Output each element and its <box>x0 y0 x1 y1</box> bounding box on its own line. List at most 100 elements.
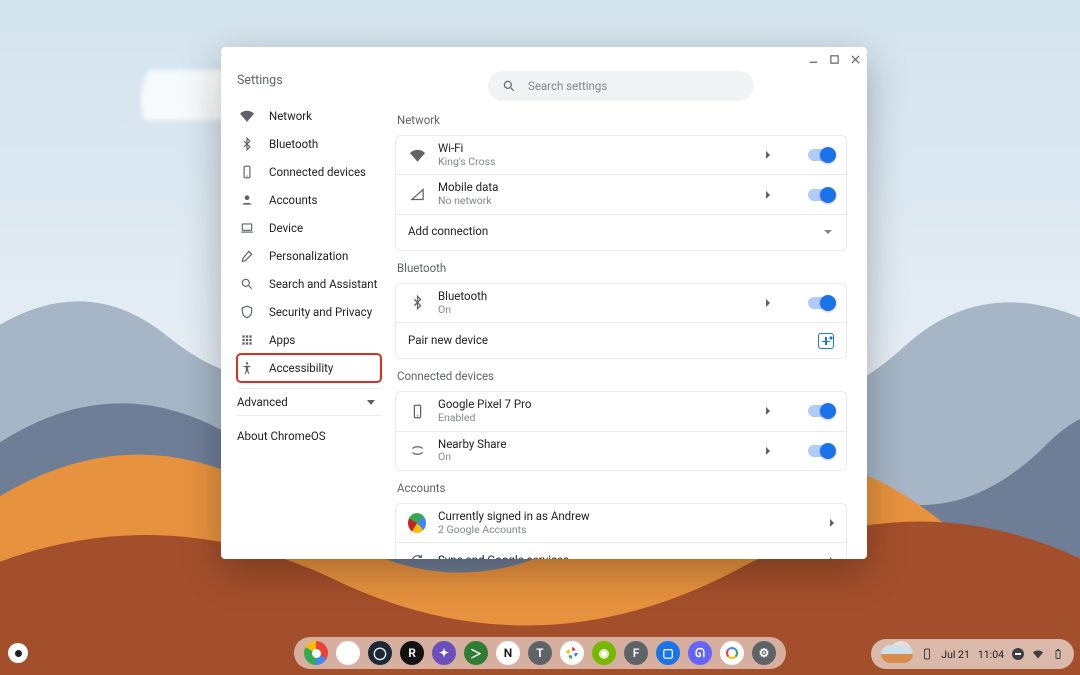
search-icon <box>239 276 255 292</box>
sidebar-advanced-toggle[interactable]: Advanced <box>237 388 381 416</box>
bluetooth-card: Bluetooth On Pair new device <box>395 283 847 359</box>
battery-tray-icon <box>1052 648 1064 660</box>
settings-main-panel: Network Wi-Fi King's Cross Mobile data <box>389 71 867 559</box>
app-icon-nvidia[interactable]: ◉ <box>592 641 616 665</box>
sidebar-item-connected-devices[interactable]: Connected devices <box>237 158 381 186</box>
app-icon-ring[interactable] <box>720 641 744 665</box>
sidebar-item-bluetooth[interactable]: Bluetooth <box>237 130 381 158</box>
phone-hub-toggle[interactable] <box>808 405 834 417</box>
sidebar-item-label: Personalization <box>269 249 348 263</box>
sidebar-item-security-privacy[interactable]: Security and Privacy <box>237 298 381 326</box>
row-title: Sync and Google services <box>438 554 818 559</box>
app-icon-settings[interactable]: ⚙ <box>752 641 776 665</box>
search-icon <box>502 79 516 93</box>
network-card: Wi-Fi King's Cross Mobile data No networ… <box>395 135 847 251</box>
sidebar-item-network[interactable]: Network <box>237 102 381 130</box>
tray-date: Jul 21 <box>941 648 970 661</box>
chevron-right-icon <box>766 299 770 307</box>
wallpaper-preview-icon <box>881 645 913 663</box>
sidebar-item-device[interactable]: Device <box>237 214 381 242</box>
bluetooth-toggle[interactable] <box>808 297 834 309</box>
window-close-button[interactable] <box>850 54 861 65</box>
sidebar-item-label: Accounts <box>269 193 318 207</box>
sync-row[interactable]: Sync and Google services <box>396 542 846 559</box>
sync-icon <box>408 553 426 559</box>
sidebar-item-label: Search and Assistant <box>269 277 377 291</box>
page-title: Settings <box>237 71 381 102</box>
app-icon-r[interactable]: R <box>400 641 424 665</box>
row-title: Add connection <box>408 225 812 239</box>
wifi-row[interactable]: Wi-Fi King's Cross <box>396 136 846 174</box>
settings-window: Settings Network Bluetooth Connected dev… <box>221 47 867 559</box>
shield-icon <box>239 304 255 320</box>
mobile-data-toggle[interactable] <box>808 189 834 201</box>
sidebar-item-accessibility[interactable]: Accessibility <box>237 354 381 382</box>
row-subtitle: Enabled <box>438 412 754 425</box>
search-input[interactable] <box>528 79 740 93</box>
app-icon-play[interactable]: ▶ <box>336 641 360 665</box>
sidebar-item-label: Network <box>269 109 312 123</box>
nearby-share-toggle[interactable] <box>808 445 834 457</box>
app-icon-mastodon[interactable]: ᘏ <box>688 641 712 665</box>
sidebar-item-accounts[interactable]: Accounts <box>237 186 381 214</box>
settings-sidebar: Settings Network Bluetooth Connected dev… <box>221 71 389 559</box>
row-subtitle: On <box>438 451 754 464</box>
search-box[interactable] <box>488 71 754 101</box>
wifi-icon <box>408 148 426 163</box>
window-minimize-button[interactable] <box>808 54 819 65</box>
bluetooth-icon <box>239 136 255 152</box>
dnd-icon <box>1012 648 1024 660</box>
laptop-icon <box>239 220 255 236</box>
row-subtitle: 2 Google Accounts <box>438 524 818 537</box>
bluetooth-pair-icon <box>818 333 834 349</box>
wifi-tray-icon <box>1032 648 1044 660</box>
sidebar-item-search-assistant[interactable]: Search and Assistant <box>237 270 381 298</box>
status-tray[interactable]: Jul 21 11:04 <box>871 639 1074 669</box>
launcher-button[interactable] <box>8 643 28 663</box>
add-connection-row[interactable]: Add connection <box>396 214 846 250</box>
row-title: Mobile data <box>438 181 754 195</box>
app-icon-steam[interactable]: ◯ <box>368 641 392 665</box>
app-icon-t[interactable]: T <box>528 641 552 665</box>
app-icon-blue[interactable]: ▢ <box>656 641 680 665</box>
accounts-card: Currently signed in as Andrew 2 Google A… <box>395 503 847 559</box>
section-heading-bluetooth: Bluetooth <box>397 261 847 275</box>
sidebar-about-chromeos[interactable]: About ChromeOS <box>237 422 381 450</box>
section-heading-connected: Connected devices <box>397 369 847 383</box>
sidebar-item-label: Connected devices <box>269 165 366 179</box>
connected-devices-card: Google Pixel 7 Pro Enabled Nearby Share … <box>395 391 847 471</box>
app-icon-purple[interactable]: ✦ <box>432 641 456 665</box>
sidebar-item-apps[interactable]: Apps <box>237 326 381 354</box>
phone-icon <box>408 404 426 419</box>
sidebar-item-label: Apps <box>269 333 295 347</box>
sidebar-item-label: Device <box>269 221 303 235</box>
app-icon-photos[interactable] <box>560 641 584 665</box>
app-icon-terminal[interactable]: ＞ <box>464 641 488 665</box>
shelf: ▶ ◯ R ✦ ＞ N T ◉ F ▢ ᘏ ⚙ Jul 21 11:04 <box>0 631 1080 675</box>
row-subtitle: No network <box>438 195 754 208</box>
row-title: Nearby Share <box>438 438 754 452</box>
phone-icon <box>239 164 255 180</box>
sidebar-item-label: Bluetooth <box>269 137 318 151</box>
mobile-data-row[interactable]: Mobile data No network <box>396 174 846 213</box>
apps-grid-icon <box>239 332 255 348</box>
chevron-right-icon <box>766 447 770 455</box>
nearby-share-row[interactable]: Nearby Share On <box>396 431 846 470</box>
chevron-right-icon <box>766 151 770 159</box>
wifi-toggle[interactable] <box>808 149 834 161</box>
chevron-right-icon <box>766 407 770 415</box>
app-icon-chrome[interactable] <box>304 641 328 665</box>
bluetooth-row[interactable]: Bluetooth On <box>396 284 846 322</box>
phone-row[interactable]: Google Pixel 7 Pro Enabled <box>396 392 846 430</box>
chevron-right-icon <box>830 557 834 559</box>
sidebar-item-personalization[interactable]: Personalization <box>237 242 381 270</box>
row-subtitle: King's Cross <box>438 156 754 169</box>
avatar-icon <box>408 513 426 533</box>
window-maximize-button[interactable] <box>829 54 840 65</box>
cellular-icon <box>408 187 426 202</box>
pair-device-row[interactable]: Pair new device <box>396 322 846 358</box>
current-account-row[interactable]: Currently signed in as Andrew 2 Google A… <box>396 504 846 542</box>
chevron-down-icon <box>824 230 832 234</box>
app-icon-notion[interactable]: N <box>496 641 520 665</box>
app-icon-f[interactable]: F <box>624 641 648 665</box>
